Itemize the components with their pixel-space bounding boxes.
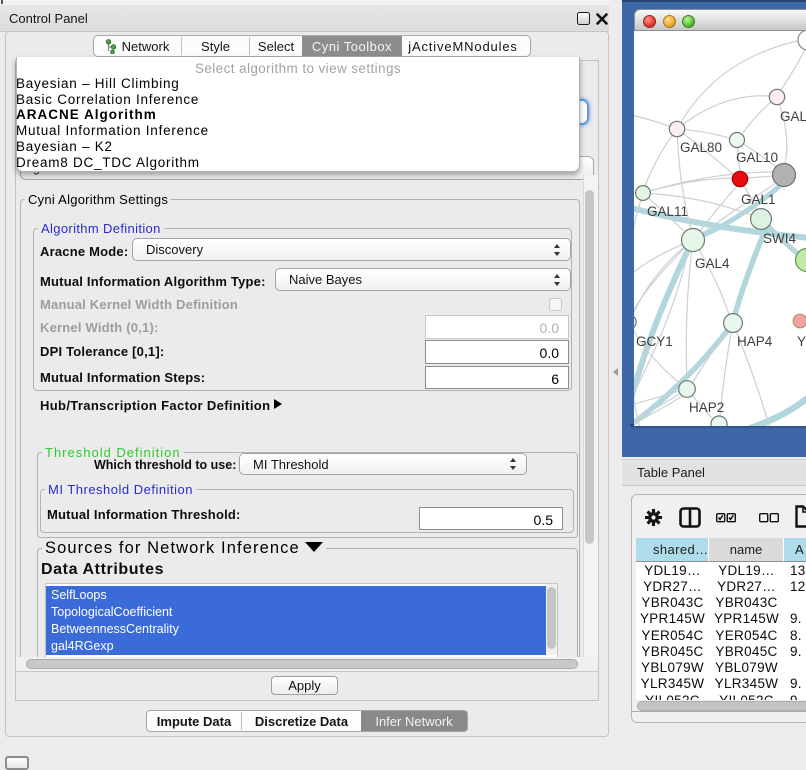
svg-text:GAL1: GAL1: [741, 192, 776, 207]
svg-text:GAL7: GAL7: [780, 109, 806, 124]
svg-text:GAL4: GAL4: [695, 256, 730, 271]
svg-text:SWI4: SWI4: [763, 231, 796, 246]
svg-text:HAP4: HAP4: [737, 334, 773, 349]
svg-text:GCY1: GCY1: [636, 334, 673, 349]
svg-text:GAL10: GAL10: [736, 150, 778, 165]
svg-text:HAP2: HAP2: [689, 400, 724, 415]
svg-text:GAL80: GAL80: [680, 140, 722, 155]
svg-text:YM: YM: [797, 334, 806, 349]
svg-text:GAL11: GAL11: [647, 204, 688, 219]
